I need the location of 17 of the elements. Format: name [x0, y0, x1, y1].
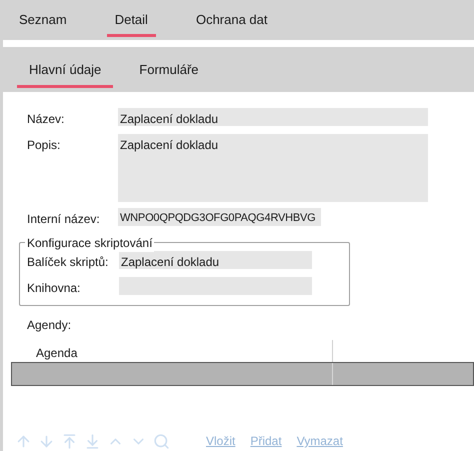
text-field[interactable]: WNPO0QPQDG3OFG0PAQG4RVHBVG — [118, 208, 321, 226]
text-field[interactable]: Zaplacení dokladu — [119, 251, 312, 269]
text-field[interactable] — [119, 277, 312, 295]
text-field[interactable]: Zaplacení dokladu — [118, 108, 428, 126]
text-field[interactable]: Zaplacení dokladu — [118, 134, 428, 202]
top-tab[interactable]: Seznam — [11, 10, 75, 36]
field-label: Balíček skriptů: — [27, 254, 110, 271]
table-row[interactable] — [11, 362, 474, 386]
top-tab[interactable]: Detail — [106, 10, 156, 36]
sub-tab[interactable]: Formuláře — [127, 60, 211, 88]
field-label: Interní název: — [27, 211, 101, 228]
field-label: Popis: — [27, 137, 62, 154]
top-tab[interactable]: Ochrana dat — [188, 10, 276, 36]
section-label: Agendy: — [27, 317, 72, 334]
field-label: Knihovna: — [27, 280, 82, 297]
field-label: Název: — [27, 111, 66, 128]
sub-tab[interactable]: Hlavní údaje — [17, 60, 114, 88]
